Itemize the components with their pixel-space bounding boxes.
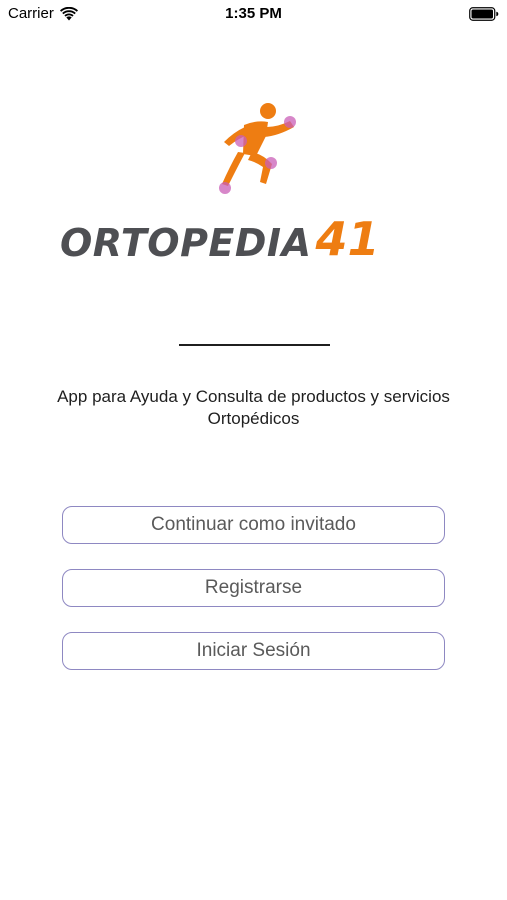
runner-icon: [219, 103, 296, 194]
login-button[interactable]: Iniciar Sesión: [62, 632, 445, 670]
app-description: App para Ayuda y Consulta de productos y…: [57, 387, 450, 428]
brand-number: 41: [315, 212, 380, 266]
status-bar: Carrier 1:35 PM: [0, 0, 507, 28]
brand-wordmark: ORTOPEDIA 41: [60, 210, 380, 262]
app-screen: Carrier 1:35 PM ORTOPEDIA 41 App para Ay…: [0, 0, 507, 900]
battery-icon: [469, 7, 499, 21]
register-button[interactable]: Registrarse: [62, 569, 445, 607]
divider-line: [179, 344, 330, 346]
brand-logo: ORTOPEDIA 41: [60, 100, 450, 265]
continue-as-guest-button[interactable]: Continuar como invitado: [62, 506, 445, 544]
brand-name: ORTOPEDIA: [60, 221, 312, 265]
status-time: 1:35 PM: [225, 5, 282, 22]
